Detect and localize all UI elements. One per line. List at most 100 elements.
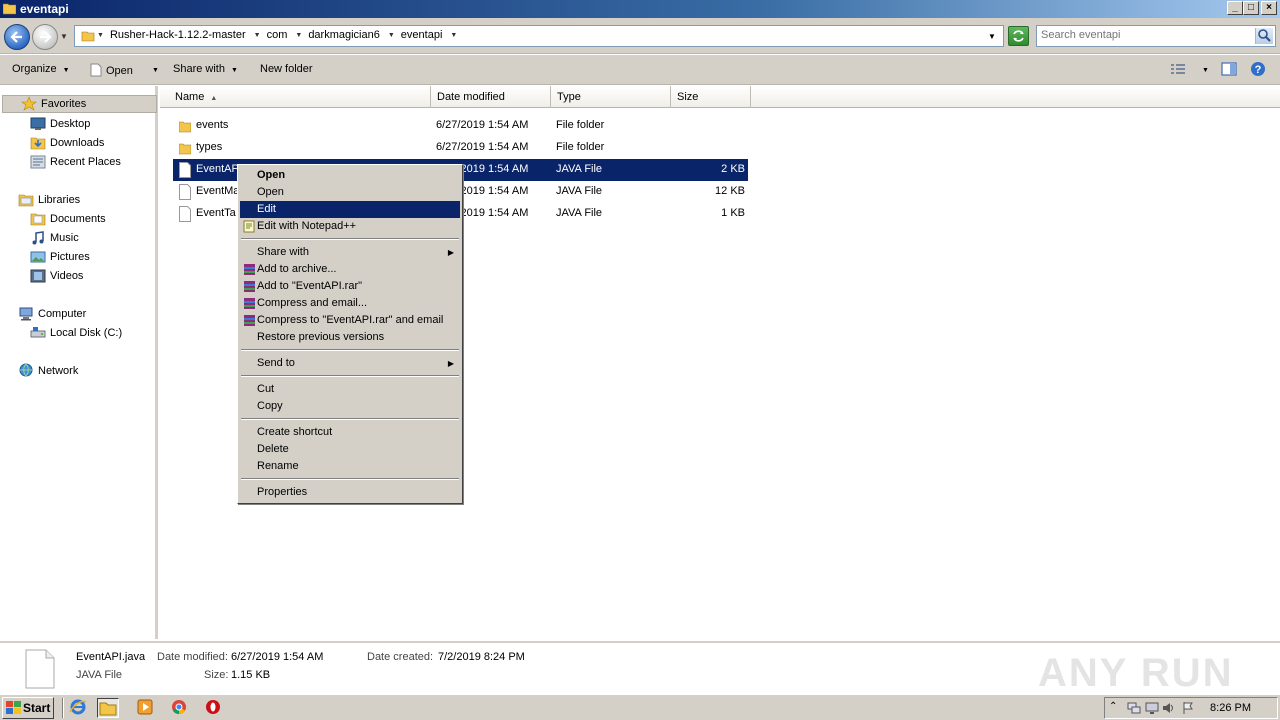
nav-local-disk[interactable]: Local Disk (C:): [30, 324, 122, 342]
view-options-button[interactable]: [1170, 63, 1186, 78]
nav-recent-places[interactable]: Recent Places: [30, 153, 121, 171]
nav-pictures[interactable]: Pictures: [30, 248, 90, 266]
action-center-flag-icon[interactable]: [1181, 701, 1195, 715]
breadcrumb-item[interactable]: Rusher-Hack-1.12.2-master: [110, 29, 246, 41]
menu-item-open[interactable]: Open: [240, 184, 460, 201]
chevron-down-icon[interactable]: ▼: [97, 32, 104, 39]
pictures-icon: [30, 251, 46, 263]
menu-item-rename[interactable]: Rename: [240, 458, 460, 475]
chevron-down-icon[interactable]: ▼: [388, 32, 395, 39]
preview-pane-button[interactable]: [1221, 61, 1237, 80]
chevron-down-icon[interactable]: ▼: [450, 32, 457, 39]
file-type: File folder: [556, 119, 605, 131]
menu-label: Add to "EventAPI.rar": [257, 280, 363, 292]
folder-icon: [81, 31, 95, 42]
back-button[interactable]: [4, 24, 30, 50]
chevron-down-icon: ▼: [62, 67, 70, 74]
column-name[interactable]: Name ▲: [169, 86, 431, 108]
search-input[interactable]: [1041, 29, 1253, 41]
menu-item-add-to-archive[interactable]: Add to archive...: [240, 261, 460, 278]
internet-explorer-button[interactable]: [68, 698, 90, 718]
explorer-button[interactable]: [97, 698, 119, 718]
menu-item-copy[interactable]: Copy: [240, 398, 460, 415]
nav-documents[interactable]: Documents: [30, 210, 106, 228]
column-date-modified[interactable]: Date modified: [431, 86, 551, 108]
column-size[interactable]: Size: [671, 86, 751, 108]
chevron-down-icon[interactable]: ▼: [254, 32, 261, 39]
menu-item-share-with[interactable]: Share with ▶: [240, 244, 460, 261]
menu-item-properties[interactable]: Properties: [240, 484, 460, 501]
preview-pane-icon: [1221, 62, 1237, 76]
opera-button[interactable]: [203, 698, 225, 718]
file-type: JAVA File: [556, 163, 603, 175]
refresh-button[interactable]: [1008, 26, 1029, 46]
view-dropdown[interactable]: ▼: [1196, 63, 1209, 75]
menu-item-compress-rar-email[interactable]: Compress to "EventAPI.rar" and email: [240, 312, 460, 329]
breadcrumb-item[interactable]: darkmagician6: [308, 29, 380, 41]
maximize-button[interactable]: □: [1243, 1, 1259, 15]
nav-computer[interactable]: Computer: [18, 305, 86, 323]
file-name: EventMa: [196, 185, 240, 197]
clock[interactable]: 8:26 PM: [1210, 702, 1251, 714]
menu-item-edit-notepad[interactable]: Edit with Notepad++: [240, 218, 460, 235]
volume-icon[interactable]: [1161, 701, 1175, 715]
search-box[interactable]: [1036, 25, 1276, 47]
chevron-down-icon[interactable]: ▼: [295, 32, 302, 39]
network-icon: [19, 363, 33, 377]
minimize-button[interactable]: _: [1227, 1, 1243, 15]
help-button[interactable]: ?: [1250, 61, 1266, 80]
nav-libraries[interactable]: Libraries: [18, 191, 80, 209]
column-type[interactable]: Type: [551, 86, 671, 108]
search-button[interactable]: [1255, 28, 1273, 44]
start-label: Start: [23, 701, 51, 715]
nav-desktop[interactable]: Desktop: [30, 115, 90, 133]
internet-explorer-icon: [69, 699, 87, 715]
nav-network[interactable]: Network: [18, 362, 78, 380]
menu-item-create-shortcut[interactable]: Create shortcut: [240, 424, 460, 441]
menu-item-open-default[interactable]: Open: [240, 167, 460, 184]
menu-item-add-to-rar[interactable]: Add to "EventAPI.rar": [240, 278, 460, 295]
menu-separator: [241, 349, 459, 351]
menu-item-cut[interactable]: Cut: [240, 381, 460, 398]
file-row[interactable]: types 6/27/2019 1:54 AM File folder: [173, 137, 748, 159]
nav-videos[interactable]: Videos: [30, 267, 83, 285]
media-player-icon: [137, 699, 153, 715]
network-status-icon[interactable]: [1127, 701, 1141, 715]
menu-item-edit[interactable]: Edit: [240, 201, 460, 218]
breadcrumb[interactable]: ▼ Rusher-Hack-1.12.2-master ▼ com ▼ dark…: [74, 25, 1004, 47]
chevron-down-icon: ▼: [1202, 67, 1209, 74]
forward-button[interactable]: [32, 24, 58, 50]
display-icon[interactable]: [1145, 701, 1159, 715]
watermark: ANY RUN: [1038, 651, 1234, 695]
command-bar: Organize ▼ Open ▼ Share with ▼ New folder …: [0, 55, 1280, 85]
media-player-button[interactable]: [135, 698, 157, 718]
open-dropdown[interactable]: ▼: [146, 63, 159, 75]
organize-button[interactable]: Organize ▼: [12, 63, 70, 75]
share-with-button[interactable]: Share with ▼: [173, 63, 238, 75]
menu-item-delete[interactable]: Delete: [240, 441, 460, 458]
forward-arrow-icon: [40, 31, 52, 43]
nav-music[interactable]: Music: [30, 229, 79, 247]
title-bar: eventapi _ □ ×: [0, 0, 1280, 18]
breadcrumb-item[interactable]: eventapi: [401, 29, 443, 41]
breadcrumb-item[interactable]: com: [267, 29, 288, 41]
menu-item-compress-email[interactable]: Compress and email...: [240, 295, 460, 312]
file-row[interactable]: events 6/27/2019 1:54 AM File folder: [173, 115, 748, 137]
column-headers: Name ▲ Date modified Type Size: [160, 86, 1280, 108]
menu-item-send-to[interactable]: Send to ▶: [240, 355, 460, 372]
windows-logo-icon: [6, 701, 21, 714]
show-hidden-icons-icon[interactable]: ⌃: [1109, 701, 1123, 715]
open-button[interactable]: Open: [90, 63, 133, 77]
recent-pages-dropdown[interactable]: ▼: [60, 32, 68, 41]
menu-item-restore-versions[interactable]: Restore previous versions: [240, 329, 460, 346]
file-name: EventAPI: [196, 163, 242, 175]
new-folder-button[interactable]: New folder: [260, 63, 313, 75]
close-button[interactable]: ×: [1261, 1, 1277, 15]
nav-favorites[interactable]: Favorites: [2, 95, 157, 113]
context-menu: Open Open Edit Edit with Notepad++ Share…: [237, 164, 463, 504]
start-button[interactable]: Start: [2, 697, 54, 719]
address-dropdown[interactable]: ▼: [988, 32, 996, 41]
address-bar: ▼ ▼ Rusher-Hack-1.12.2-master ▼ com ▼ da…: [0, 18, 1280, 54]
chrome-button[interactable]: [169, 698, 191, 718]
nav-downloads[interactable]: Downloads: [30, 134, 104, 152]
